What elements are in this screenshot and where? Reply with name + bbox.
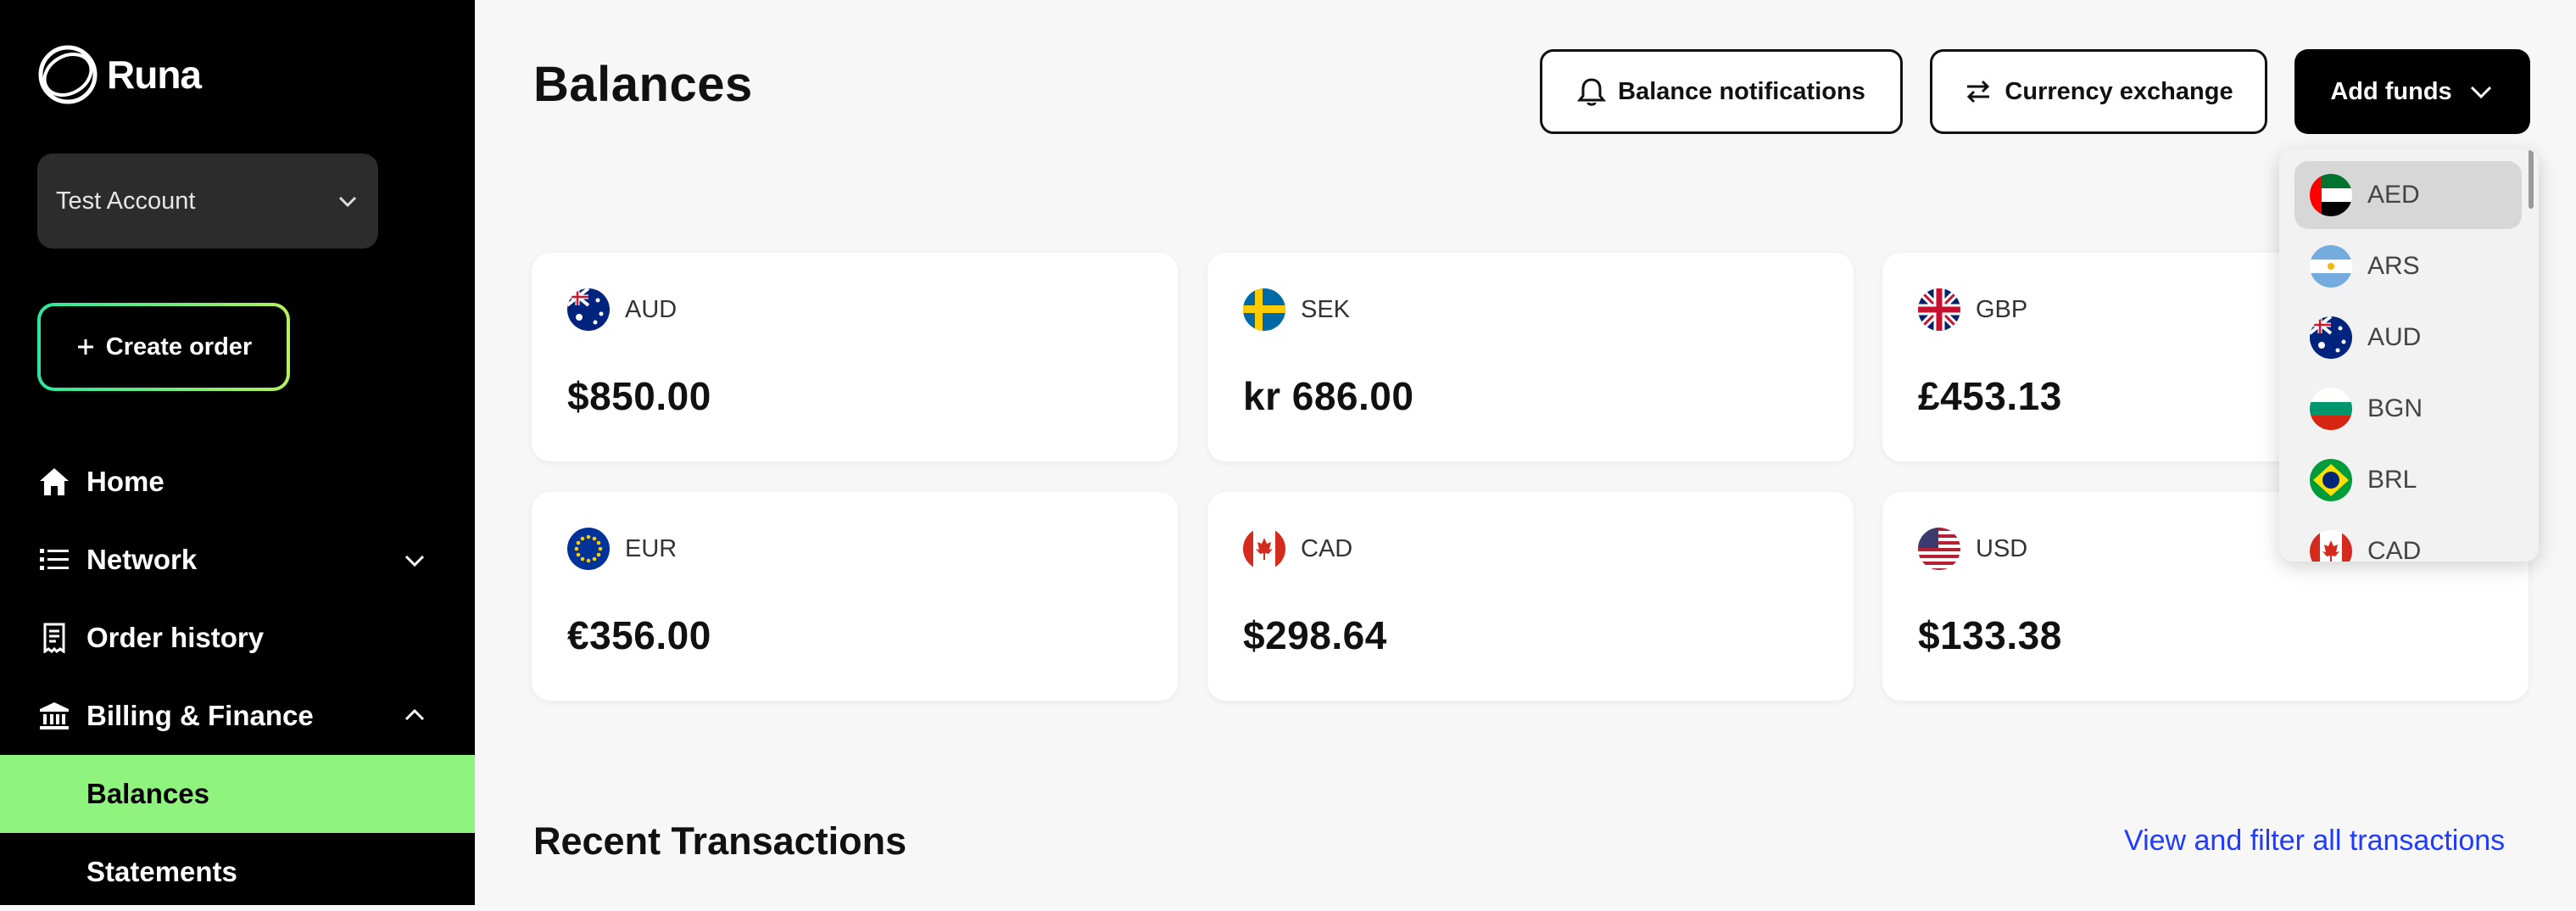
create-order-button[interactable]: Create order xyxy=(37,303,290,391)
bank-icon xyxy=(37,699,71,733)
dropdown-option-label: CAD xyxy=(2367,537,2422,562)
currency-exchange-button[interactable]: Currency exchange xyxy=(1930,49,2267,134)
dropdown-option-aud[interactable]: AUD xyxy=(2294,304,2522,372)
chevron-up-icon xyxy=(404,708,425,721)
dropdown-option-cad[interactable]: CAD xyxy=(2294,517,2522,562)
usa-flag-icon xyxy=(1918,528,1960,570)
balance-amount: kr 686.00 xyxy=(1243,374,1414,418)
sidebar-item-label: Network xyxy=(86,544,198,575)
currency-code: CAD xyxy=(1301,534,1353,562)
receipt-icon xyxy=(37,621,71,655)
balance-notifications-button[interactable]: Balance notifications xyxy=(1540,49,1903,134)
sidebar-item-label: Statements xyxy=(86,856,237,887)
balance-amount: £453.13 xyxy=(1918,374,2062,418)
dropdown-option-label: BRL xyxy=(2367,466,2417,494)
plus-icon xyxy=(77,339,93,355)
create-order-label: Create order xyxy=(105,333,253,360)
currency-dropdown-menu[interactable]: AED ARS AUD BGN BRL CAD xyxy=(2279,149,2539,562)
sidebar-item-billing-finance[interactable]: Billing & Finance xyxy=(0,677,475,755)
canada-flag-icon xyxy=(2310,530,2352,562)
card-header: GBP xyxy=(1918,288,2027,331)
eu-flag-icon xyxy=(567,528,610,570)
runa-logo-icon xyxy=(38,45,98,104)
sidebar-item-network[interactable]: Network xyxy=(0,521,475,599)
chevron-down-icon xyxy=(338,196,357,208)
view-all-transactions-link[interactable]: View and filter all transactions xyxy=(2124,824,2505,858)
uae-flag-icon xyxy=(2310,174,2352,216)
currency-code: SEK xyxy=(1301,295,1351,323)
balance-card-sek[interactable]: SEK kr 686.00 xyxy=(1207,253,1854,461)
card-header: SEK xyxy=(1243,288,1350,331)
runa-logo[interactable]: Runa xyxy=(36,42,202,107)
dropdown-option-label: AUD xyxy=(2367,323,2422,351)
balance-amount: $850.00 xyxy=(567,374,711,418)
balance-card-eur[interactable]: EUR €356.00 xyxy=(532,492,1178,701)
sidebar-nav: Home Network Order history Billing & Fin… xyxy=(0,443,475,911)
currency-exchange-label: Currency exchange xyxy=(2004,77,2233,105)
create-order-inner: Create order xyxy=(41,306,287,388)
account-name: Test Account xyxy=(56,187,196,215)
dropdown-option-ars[interactable]: ARS xyxy=(2294,232,2522,300)
card-header: AUD xyxy=(567,288,677,331)
balance-card-aud[interactable]: AUD $850.00 xyxy=(532,253,1178,461)
balance-amount: $133.38 xyxy=(1918,613,2062,657)
balance-card-cad[interactable]: CAD $298.64 xyxy=(1207,492,1854,701)
argentina-flag-icon xyxy=(2310,245,2352,288)
sweden-flag-icon xyxy=(1243,288,1285,331)
sidebar-item-order-history[interactable]: Order history xyxy=(0,599,475,677)
dropdown-option-label: AED xyxy=(2367,181,2420,209)
sidebar-item-label: Balances xyxy=(86,778,209,809)
chevron-down-icon xyxy=(404,555,425,567)
add-funds-button[interactable]: Add funds xyxy=(2294,49,2530,134)
currency-code: USD xyxy=(1976,534,2028,562)
sidebar-item-balances[interactable]: Balances xyxy=(0,755,475,833)
canada-flag-icon xyxy=(1243,528,1285,570)
dropdown-option-bgn[interactable]: BGN xyxy=(2294,375,2522,443)
currency-code: GBP xyxy=(1976,295,2028,323)
card-header: USD xyxy=(1918,528,2027,570)
australia-flag-icon xyxy=(567,288,610,331)
recent-transactions-title: Recent Transactions xyxy=(533,819,907,863)
currency-code: EUR xyxy=(625,534,677,562)
sidebar-item-label: Billing & Finance xyxy=(86,700,314,731)
currency-code: AUD xyxy=(625,295,677,323)
swap-arrows-icon xyxy=(1967,80,1990,103)
sidebar-item-label: Order history xyxy=(86,622,265,653)
dropdown-option-label: ARS xyxy=(2367,252,2420,280)
balance-amount: $298.64 xyxy=(1243,613,1387,657)
account-selector[interactable]: Test Account xyxy=(37,154,378,249)
home-icon xyxy=(37,465,71,499)
card-header: EUR xyxy=(567,528,677,570)
balance-notifications-label: Balance notifications xyxy=(1618,77,1865,105)
sidebar-item-home[interactable]: Home xyxy=(0,443,475,521)
brazil-flag-icon xyxy=(2310,459,2352,501)
dropdown-option-label: BGN xyxy=(2367,394,2423,422)
page-title: Balances xyxy=(533,57,753,112)
bell-icon xyxy=(1577,78,1607,106)
sidebar-item-statements[interactable]: Statements xyxy=(0,833,475,911)
dropdown-option-brl[interactable]: BRL xyxy=(2294,446,2522,514)
add-funds-label: Add funds xyxy=(2330,77,2452,105)
sidebar-item-label: Home xyxy=(86,466,164,497)
uk-flag-icon xyxy=(1918,288,1960,331)
sidebar: Runa Test Account Create order Home Netw… xyxy=(0,0,475,905)
australia-flag-icon xyxy=(2310,316,2352,359)
chevron-down-icon xyxy=(2470,86,2491,99)
balance-amount: €356.00 xyxy=(567,613,711,657)
brand-name: Runa xyxy=(107,53,202,97)
card-header: CAD xyxy=(1243,528,1352,570)
bulgaria-flag-icon xyxy=(2310,388,2352,430)
dropdown-scrollbar[interactable] xyxy=(2529,149,2534,209)
list-icon xyxy=(37,543,71,577)
dropdown-option-aed[interactable]: AED xyxy=(2294,161,2522,229)
